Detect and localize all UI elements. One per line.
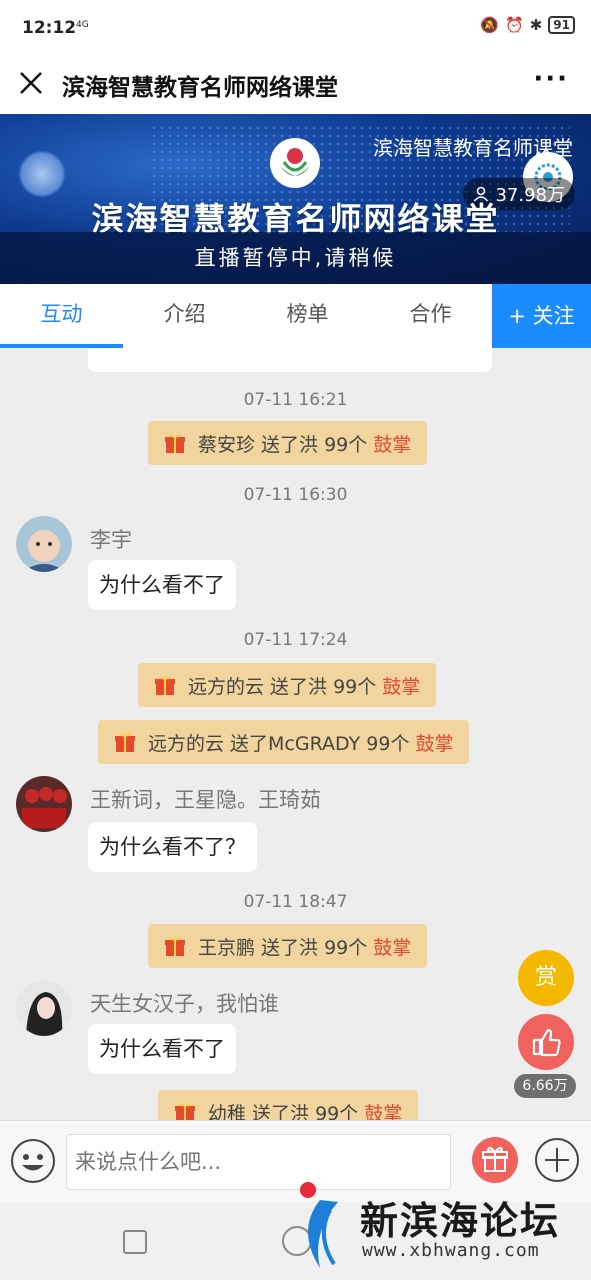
message-bubble: 为什么看不了	[88, 560, 236, 610]
tab-ranking[interactable]: 榜单	[246, 284, 369, 348]
gift-icon	[155, 676, 175, 695]
live-paused-notice: 直播暂停中,请稍候	[0, 232, 591, 284]
close-icon[interactable]	[14, 66, 48, 100]
gift-name: 鼓掌	[415, 732, 454, 755]
status-icons: 🔕 ⏰ ✱ 91	[480, 16, 575, 34]
tab-interaction[interactable]: 互动	[0, 284, 123, 348]
gift-icon	[115, 733, 135, 752]
status-time: 12:12	[22, 18, 77, 38]
alarm-icon: ⏰	[505, 16, 524, 34]
watermark-url: www.xbhwang.com	[362, 1240, 540, 1261]
gift-notice: 王京鹏 送了洪 99个 鼓掌	[148, 924, 428, 968]
timestamp: 07-11 17:24	[243, 630, 348, 650]
mute-icon: 🔕	[480, 16, 500, 34]
follow-button[interactable]: + 关注	[492, 284, 591, 348]
more-menu-button[interactable]: ···	[533, 64, 569, 94]
recent-apps-button[interactable]	[123, 1230, 147, 1254]
reward-button[interactable]: 赏	[518, 950, 574, 1006]
message-bubble: 为什么看不了？	[88, 822, 257, 872]
orb-decoration	[18, 150, 66, 198]
username: 李宇	[90, 528, 132, 552]
gift-name: 鼓掌	[382, 675, 421, 698]
gift-name: 鼓掌	[373, 936, 412, 959]
school-logo	[270, 138, 320, 188]
user-avatar[interactable]	[16, 776, 72, 832]
status-bar: 12:12 4G 🔕 ⏰ ✱ 91	[0, 0, 591, 56]
tab-bar: 互动 介绍 榜单 合作 + 关注	[0, 284, 591, 348]
message-bubble: 为什么看不了	[88, 1024, 236, 1074]
page-title: 滨海智慧教育名师网络课堂	[62, 75, 338, 101]
tab-cooperation[interactable]: 合作	[369, 284, 492, 348]
username: 王新词，王星隐。王琦茹	[90, 788, 321, 812]
signal-label: 4G	[76, 20, 89, 30]
username: 天生女汉子，我怕谁	[90, 992, 279, 1016]
watermark-text: 新滨海论坛	[360, 1199, 561, 1243]
gift-icon	[175, 1103, 195, 1120]
battery-indicator: 91	[548, 16, 575, 34]
gift-text: 蔡安珍 送了洪 99个	[198, 433, 368, 456]
emoji-icon[interactable]	[10, 1138, 56, 1184]
chat-feed[interactable]: 07-11 16:21 蔡安珍 送了洪 99个 鼓掌 07-11 16:30 李…	[0, 348, 591, 1120]
gift-icon	[165, 434, 185, 453]
timestamp: 07-11 18:47	[243, 892, 348, 912]
gift-text: 远方的云 送了McGRADY 99个	[148, 732, 410, 755]
gift-text: 远方的云 送了洪 99个	[188, 675, 377, 698]
live-banner[interactable]: 滨海智慧教育名师课堂 37.98万 滨海智慧教育名师网络课堂 直播暂停中,请稍候	[0, 114, 591, 284]
send-gift-button[interactable]	[472, 1137, 518, 1183]
user-avatar[interactable]	[16, 516, 72, 572]
gift-notice: 远方的云 送了洪 99个 鼓掌	[138, 663, 437, 707]
timestamp: 07-11 16:21	[243, 390, 348, 410]
gift-icon	[165, 937, 185, 956]
gift-notice: 幼稚 送了洪 99个 鼓掌	[158, 1090, 419, 1121]
title-bar: 滨海智慧教育名师网络课堂 ···	[0, 56, 591, 114]
gift-text: 幼稚 送了洪 99个	[208, 1102, 359, 1121]
gift-text: 王京鹏 送了洪 99个	[198, 936, 368, 959]
gift-name: 鼓掌	[364, 1102, 403, 1121]
gift-notice: 蔡安珍 送了洪 99个 鼓掌	[148, 421, 428, 465]
timestamp: 07-11 16:30	[243, 485, 348, 505]
message-bubble-clipped	[88, 348, 492, 372]
gift-name: 鼓掌	[373, 433, 412, 456]
tab-introduction[interactable]: 介绍	[123, 284, 246, 348]
thumbs-up-icon	[532, 1028, 561, 1057]
gift-notice: 远方的云 送了McGRADY 99个 鼓掌	[98, 720, 470, 764]
user-avatar[interactable]	[16, 980, 72, 1036]
bluetooth-icon: ✱	[529, 16, 543, 34]
like-count: 6.66万	[514, 1074, 576, 1098]
gift-icon	[482, 1146, 508, 1172]
plus-icon[interactable]	[534, 1137, 580, 1183]
like-button[interactable]	[518, 1014, 574, 1070]
